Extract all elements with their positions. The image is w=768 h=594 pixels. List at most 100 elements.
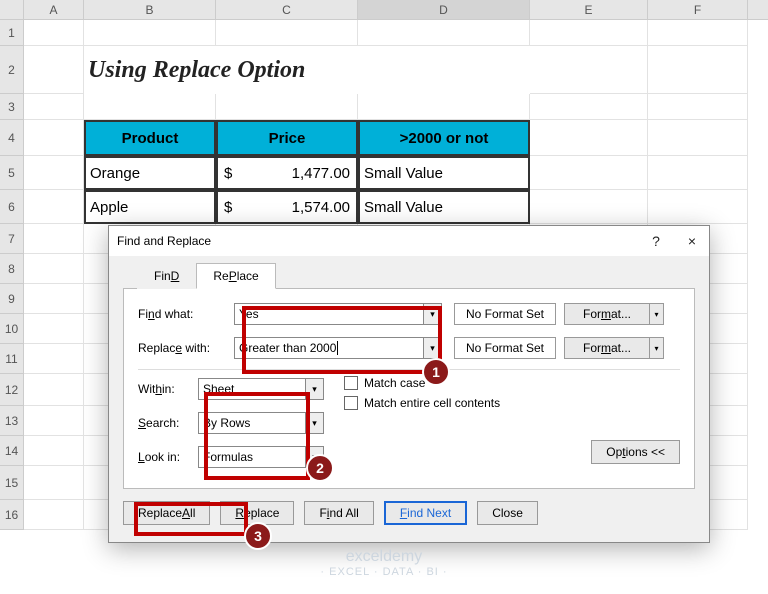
close-icon[interactable]: × [683, 233, 701, 249]
col-header-C[interactable]: C [216, 0, 358, 19]
cell-A13[interactable] [24, 406, 84, 436]
label-lookin: Look in: [138, 450, 198, 464]
cell-A4[interactable] [24, 120, 84, 156]
within-select[interactable]: Sheet [198, 378, 306, 400]
replace-all-button[interactable]: Replace All [123, 501, 210, 525]
search-select[interactable]: By Rows [198, 412, 306, 434]
page-title[interactable]: Using Replace Option [84, 46, 530, 94]
cell-C6[interactable]: $1,574.00 [216, 190, 358, 224]
col-header-B[interactable]: B [84, 0, 216, 19]
row-header-1[interactable]: 1 [0, 20, 24, 46]
cell-A11[interactable] [24, 344, 84, 374]
replace-with-input[interactable]: Greater than 2000 [234, 337, 424, 359]
row-header-11[interactable]: 11 [0, 344, 24, 374]
row-header-9[interactable]: 9 [0, 284, 24, 314]
cell-A15[interactable] [24, 466, 84, 500]
cell-F2[interactable] [648, 46, 748, 94]
cell-D3[interactable] [358, 94, 530, 120]
cell-B1[interactable] [84, 20, 216, 46]
row-header-col: 12345678910111213141516 [0, 20, 24, 530]
cell-D5[interactable]: Small Value [358, 156, 530, 190]
col-header-D[interactable]: D [358, 0, 530, 19]
replace-format-preview: No Format Set [454, 337, 556, 359]
cell-B3[interactable] [84, 94, 216, 120]
cell-B6[interactable]: Apple [84, 190, 216, 224]
find-next-button[interactable]: Find Next [384, 501, 467, 525]
replace-with-drop-icon[interactable]: ▾ [424, 337, 442, 359]
col-header-F[interactable]: F [648, 0, 748, 19]
cell-F4[interactable] [648, 120, 748, 156]
row-header-13[interactable]: 13 [0, 406, 24, 436]
lookin-select[interactable]: Formulas [198, 446, 306, 468]
find-format-drop-icon[interactable]: ▾ [650, 303, 664, 325]
cell-A9[interactable] [24, 284, 84, 314]
cell-C3[interactable] [216, 94, 358, 120]
cell-A2[interactable] [24, 46, 84, 94]
search-drop-icon[interactable]: ▾ [306, 412, 324, 434]
row-header-8[interactable]: 8 [0, 254, 24, 284]
cell-F5[interactable] [648, 156, 748, 190]
row-header-4[interactable]: 4 [0, 120, 24, 156]
cell-E1[interactable] [530, 20, 648, 46]
row-header-3[interactable]: 3 [0, 94, 24, 120]
find-what-drop-icon[interactable]: ▾ [424, 303, 442, 325]
row-header-15[interactable]: 15 [0, 466, 24, 500]
row-header-10[interactable]: 10 [0, 314, 24, 344]
find-all-button[interactable]: Find All [304, 501, 373, 525]
cell-D1[interactable] [358, 20, 530, 46]
select-all-corner[interactable] [0, 0, 24, 19]
cell-F1[interactable] [648, 20, 748, 46]
cell-A1[interactable] [24, 20, 84, 46]
cell-E4[interactable] [530, 120, 648, 156]
match-case-label: Match case [364, 376, 425, 390]
cell-A12[interactable] [24, 374, 84, 406]
replace-format-button[interactable]: Format... [564, 337, 650, 359]
row-header-2[interactable]: 2 [0, 46, 24, 94]
row-header-12[interactable]: 12 [0, 374, 24, 406]
cell-A14[interactable] [24, 436, 84, 466]
replace-format-drop-icon[interactable]: ▾ [650, 337, 664, 359]
cell-E2[interactable] [530, 46, 648, 94]
tab-find[interactable]: FinD [137, 263, 196, 289]
cell-C5[interactable]: $1,477.00 [216, 156, 358, 190]
cell-A10[interactable] [24, 314, 84, 344]
row-header-14[interactable]: 14 [0, 436, 24, 466]
cell-A8[interactable] [24, 254, 84, 284]
cell-F6[interactable] [648, 190, 748, 224]
table-header-1[interactable]: Price [216, 120, 358, 156]
row-header-7[interactable]: 7 [0, 224, 24, 254]
cell-E3[interactable] [530, 94, 648, 120]
table-header-0[interactable]: Product [84, 120, 216, 156]
cell-E5[interactable] [530, 156, 648, 190]
cell-A16[interactable] [24, 500, 84, 530]
row-header-6[interactable]: 6 [0, 190, 24, 224]
checkbox-icon [344, 396, 358, 410]
cell-B5[interactable]: Orange [84, 156, 216, 190]
callout-badge-1: 1 [422, 358, 450, 386]
find-what-input[interactable]: Yes [234, 303, 424, 325]
table-header-2[interactable]: >2000 or not [358, 120, 530, 156]
row-header-16[interactable]: 16 [0, 500, 24, 530]
tab-replace[interactable]: RePlace [196, 263, 275, 289]
cell-E6[interactable] [530, 190, 648, 224]
col-header-A[interactable]: A [24, 0, 84, 19]
label-within: Within: [138, 382, 198, 396]
match-entire-checkbox[interactable]: Match entire cell contents [344, 396, 680, 410]
cell-F3[interactable] [648, 94, 748, 120]
close-button[interactable]: Close [477, 501, 538, 525]
col-header-E[interactable]: E [530, 0, 648, 19]
match-case-checkbox[interactable]: Match case [344, 376, 680, 390]
within-drop-icon[interactable]: ▾ [306, 378, 324, 400]
find-replace-dialog: Find and Replace ? × FinD RePlace Find w… [108, 225, 710, 543]
cell-A5[interactable] [24, 156, 84, 190]
cell-A6[interactable] [24, 190, 84, 224]
options-button[interactable]: Options << [591, 440, 680, 464]
cell-A7[interactable] [24, 224, 84, 254]
cell-D6[interactable]: Small Value [358, 190, 530, 224]
cell-A3[interactable] [24, 94, 84, 120]
row-header-5[interactable]: 5 [0, 156, 24, 190]
help-icon[interactable]: ? [647, 233, 665, 249]
dialog-titlebar[interactable]: Find and Replace ? × [109, 226, 709, 256]
find-format-button[interactable]: Format... [564, 303, 650, 325]
cell-C1[interactable] [216, 20, 358, 46]
